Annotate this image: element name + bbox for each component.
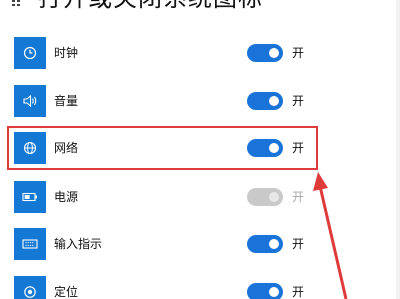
toggle-knob (269, 96, 279, 106)
setting-row-clock: 时钟 开 (14, 37, 314, 69)
setting-label-input-indicator: 输入指示 (54, 237, 103, 251)
highlight-box (7, 126, 318, 170)
toggle-input-indicator[interactable] (247, 235, 283, 253)
toggle-knob (269, 287, 279, 297)
toggle-volume[interactable] (247, 92, 283, 110)
toggle-knob (269, 239, 279, 249)
clock-icon (14, 37, 46, 69)
scrollbar[interactable] (396, 0, 400, 299)
speaker-icon (14, 85, 46, 117)
toggle-location[interactable] (247, 283, 283, 299)
setting-label-location: 定位 (54, 285, 79, 299)
setting-label-clock: 时钟 (54, 46, 79, 60)
battery-icon (14, 181, 46, 213)
location-icon (14, 276, 46, 299)
annotation-arrow-icon (313, 172, 348, 299)
toggle-knob (269, 192, 279, 202)
state-label-clock: 开 (292, 46, 305, 60)
setting-row-volume: 音量 开 (14, 85, 314, 117)
state-label-volume: 开 (292, 94, 305, 108)
setting-label-volume: 音量 (54, 94, 79, 108)
page-title: 打开或关闭系统图标 (38, 0, 263, 10)
setting-row-power: 电源 开 (14, 181, 314, 213)
grid-icon (12, 0, 21, 6)
toggle-knob (269, 48, 279, 58)
toggle-power (247, 188, 283, 206)
keyboard-icon (14, 228, 46, 260)
setting-row-input-indicator: 输入指示 开 (14, 228, 314, 260)
setting-label-power: 电源 (54, 190, 79, 204)
setting-row-location: 定位 开 (14, 276, 314, 299)
toggle-clock[interactable] (247, 44, 283, 62)
